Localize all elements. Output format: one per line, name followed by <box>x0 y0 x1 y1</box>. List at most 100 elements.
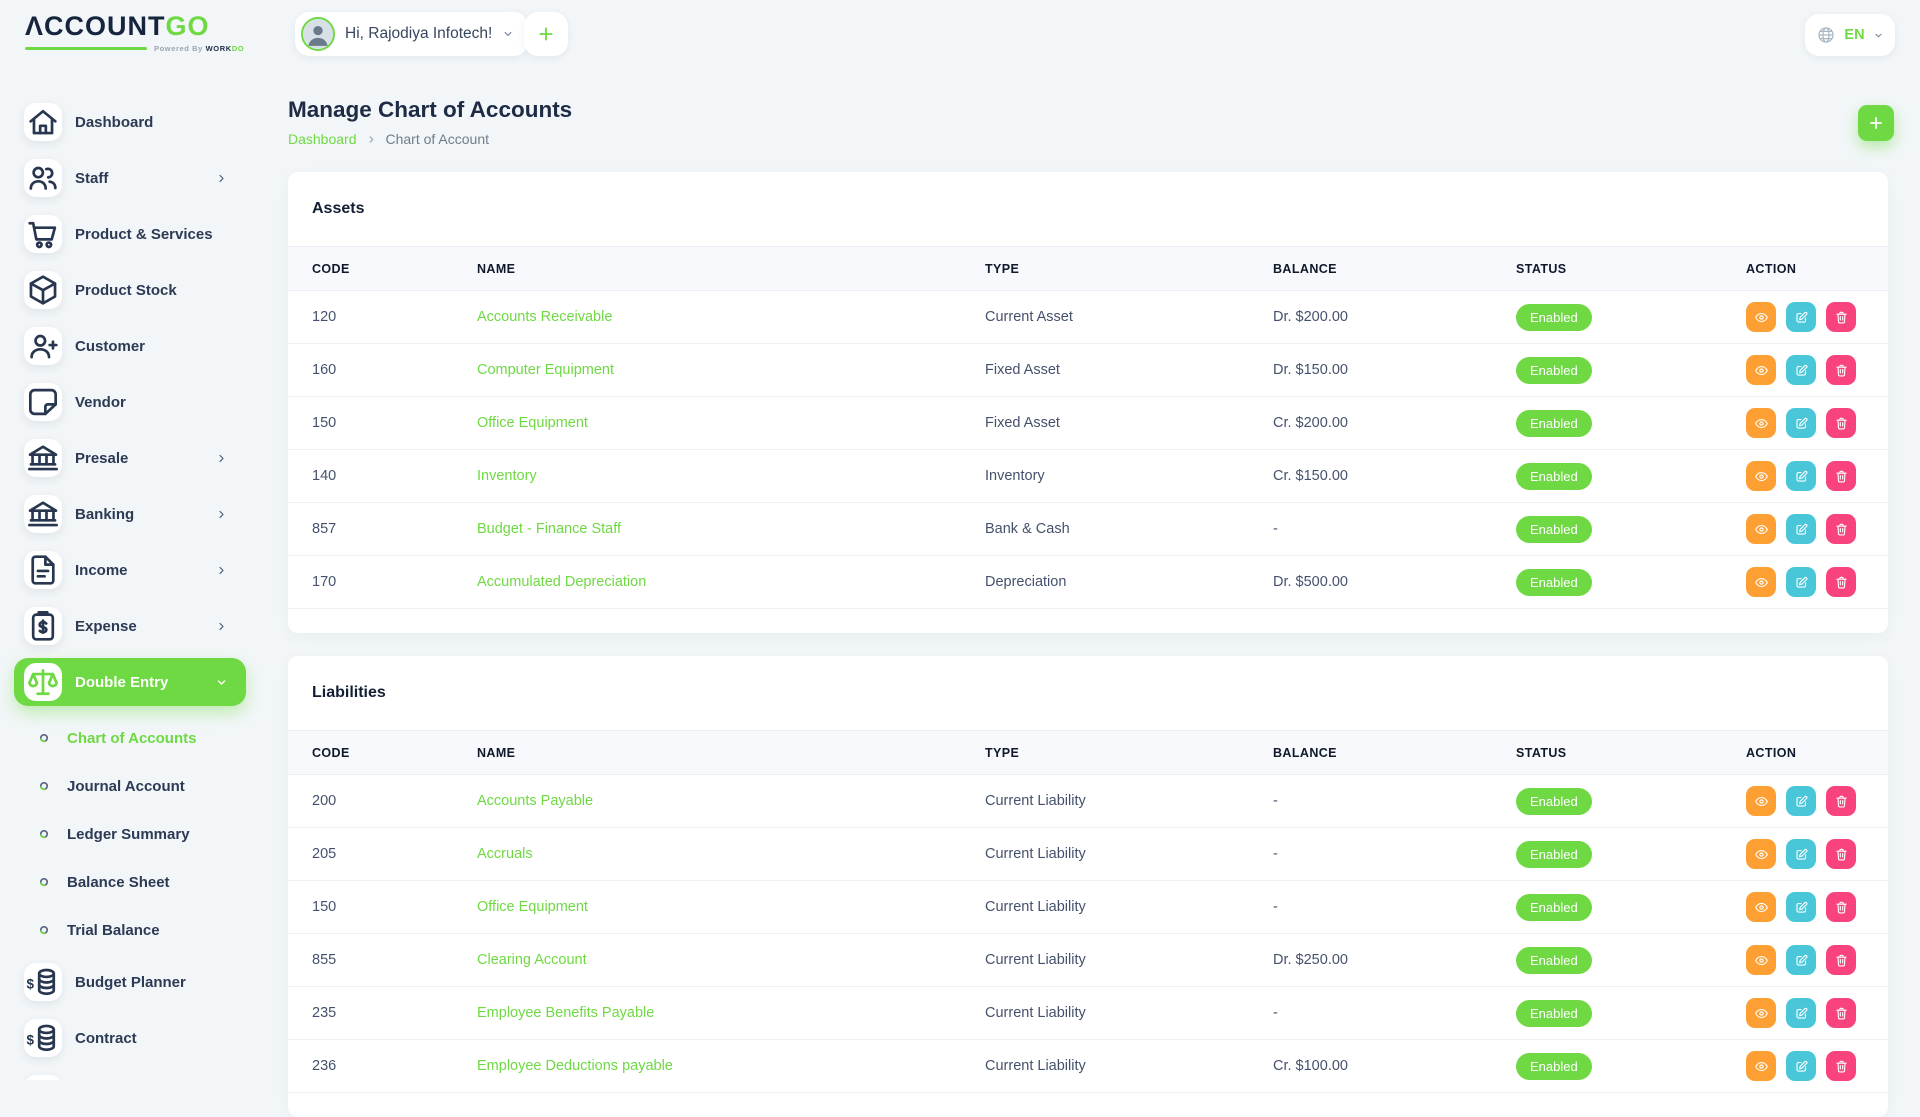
cell-type: Current Liability <box>961 1040 1249 1093</box>
sidebar-subitem-trial-balance[interactable]: Trial Balance <box>0 906 260 954</box>
eye-icon <box>1754 416 1769 431</box>
column-header-status: STATUS <box>1492 731 1722 775</box>
cell-type: Fixed Asset <box>961 344 1249 397</box>
sidebar-item-dashboard[interactable]: Dashboard <box>0 94 260 150</box>
edit-button[interactable] <box>1786 998 1816 1028</box>
sidebar-item-income[interactable]: Income <box>0 542 260 598</box>
delete-button[interactable] <box>1826 1051 1856 1081</box>
quick-add-button[interactable] <box>524 12 568 56</box>
eye-icon <box>1754 522 1769 537</box>
brand-name: ΛCCOUNTGO <box>25 11 244 41</box>
edit-icon <box>1794 469 1809 484</box>
edit-button[interactable] <box>1786 945 1816 975</box>
delete-button[interactable] <box>1826 302 1856 332</box>
account-name-link[interactable]: Office Equipment <box>477 899 588 915</box>
sidebar-subitem-journal-account[interactable]: Journal Account <box>0 762 260 810</box>
delete-button[interactable] <box>1826 839 1856 869</box>
delete-button[interactable] <box>1826 355 1856 385</box>
row-actions <box>1746 839 1888 869</box>
page-header: Manage Chart of Accounts Dashboard Chart… <box>288 70 1888 147</box>
edit-button[interactable] <box>1786 461 1816 491</box>
view-button[interactable] <box>1746 786 1776 816</box>
view-button[interactable] <box>1746 1051 1776 1081</box>
add-account-button[interactable] <box>1858 105 1894 141</box>
delete-button[interactable] <box>1826 998 1856 1028</box>
sidebar-item-vendor[interactable]: Vendor <box>0 374 260 430</box>
account-name-link[interactable]: Accounts Payable <box>477 793 593 809</box>
account-name-link[interactable]: Inventory <box>477 468 537 484</box>
view-button[interactable] <box>1746 461 1776 491</box>
cell-type: Current Liability <box>961 775 1249 828</box>
account-name-link[interactable]: Budget - Finance Staff <box>477 521 621 537</box>
sidebar-item-item[interactable]: $ <box>0 1066 260 1080</box>
account-name-link[interactable]: Accruals <box>477 846 533 862</box>
view-button[interactable] <box>1746 355 1776 385</box>
account-name-link[interactable]: Office Equipment <box>477 415 588 431</box>
table-row: 120 Accounts Receivable Current Asset Dr… <box>288 291 1888 344</box>
delete-button[interactable] <box>1826 514 1856 544</box>
sidebar-item-presale[interactable]: Presale <box>0 430 260 486</box>
cell-type: Current Liability <box>961 828 1249 881</box>
brand-logo[interactable]: ΛCCOUNTGO Powered By WORKDO <box>25 11 244 53</box>
user-menu[interactable]: Hi, Rajodiya Infotech! <box>295 12 528 56</box>
account-name-link[interactable]: Accounts Receivable <box>477 309 612 325</box>
eye-icon <box>1754 794 1769 809</box>
table-row: 236 Employee Deductions payable Current … <box>288 1040 1888 1093</box>
sidebar-item-banking[interactable]: Banking <box>0 486 260 542</box>
view-button[interactable] <box>1746 514 1776 544</box>
sidebar-nav: Dashboard Staff Product & Services Produ… <box>0 94 260 1080</box>
eye-icon <box>1754 363 1769 378</box>
sidebar-subitem-ledger-summary[interactable]: Ledger Summary <box>0 810 260 858</box>
sidebar-subitem-chart-of-accounts[interactable]: Chart of Accounts <box>0 714 260 762</box>
delete-button[interactable] <box>1826 461 1856 491</box>
edit-button[interactable] <box>1786 302 1816 332</box>
edit-button[interactable] <box>1786 514 1816 544</box>
edit-button[interactable] <box>1786 355 1816 385</box>
edit-button[interactable] <box>1786 1051 1816 1081</box>
delete-button[interactable] <box>1826 567 1856 597</box>
view-button[interactable] <box>1746 302 1776 332</box>
edit-button[interactable] <box>1786 408 1816 438</box>
sidebar-item-customer[interactable]: Customer <box>0 318 260 374</box>
edit-button[interactable] <box>1786 839 1816 869</box>
account-name-link[interactable]: Clearing Account <box>477 952 587 968</box>
account-name-link[interactable]: Employee Benefits Payable <box>477 1005 654 1021</box>
edit-button[interactable] <box>1786 892 1816 922</box>
account-name-link[interactable]: Computer Equipment <box>477 362 614 378</box>
sidebar-item-double-entry[interactable]: Double Entry <box>14 658 246 706</box>
account-name-link[interactable]: Accumulated Depreciation <box>477 574 646 590</box>
account-name-link[interactable]: Employee Deductions payable <box>477 1058 673 1074</box>
sidebar-item-expense[interactable]: Expense <box>0 598 260 654</box>
language-selector[interactable]: EN <box>1805 14 1895 56</box>
edit-button[interactable] <box>1786 786 1816 816</box>
sidebar-item-contract[interactable]: $ Contract <box>0 1010 260 1066</box>
sidebar-item-product-services[interactable]: Product & Services <box>0 206 260 262</box>
view-button[interactable] <box>1746 998 1776 1028</box>
user-plus-icon <box>24 327 62 365</box>
delete-button[interactable] <box>1826 408 1856 438</box>
edit-icon <box>1794 416 1809 431</box>
view-button[interactable] <box>1746 892 1776 922</box>
delete-button[interactable] <box>1826 945 1856 975</box>
view-button[interactable] <box>1746 945 1776 975</box>
cell-code: 120 <box>288 291 453 344</box>
chevron-right-icon <box>366 134 377 145</box>
delete-button[interactable] <box>1826 786 1856 816</box>
view-button[interactable] <box>1746 567 1776 597</box>
trash-icon <box>1834 469 1849 484</box>
sidebar-item-label: Presale <box>75 450 128 467</box>
breadcrumb-dashboard-link[interactable]: Dashboard <box>288 131 357 147</box>
trash-icon <box>1834 310 1849 325</box>
edit-button[interactable] <box>1786 567 1816 597</box>
sidebar-subitem-balance-sheet[interactable]: Balance Sheet <box>0 858 260 906</box>
sidebar-item-staff[interactable]: Staff <box>0 150 260 206</box>
sidebar: Dashboard Staff Product & Services Produ… <box>0 70 260 1080</box>
view-button[interactable] <box>1746 839 1776 869</box>
sidebar-item-product-stock[interactable]: Product Stock <box>0 262 260 318</box>
delete-button[interactable] <box>1826 892 1856 922</box>
edit-icon <box>1794 522 1809 537</box>
trash-icon <box>1834 363 1849 378</box>
sidebar-item-budget-planner[interactable]: $ Budget Planner <box>0 954 260 1010</box>
eye-icon <box>1754 575 1769 590</box>
view-button[interactable] <box>1746 408 1776 438</box>
